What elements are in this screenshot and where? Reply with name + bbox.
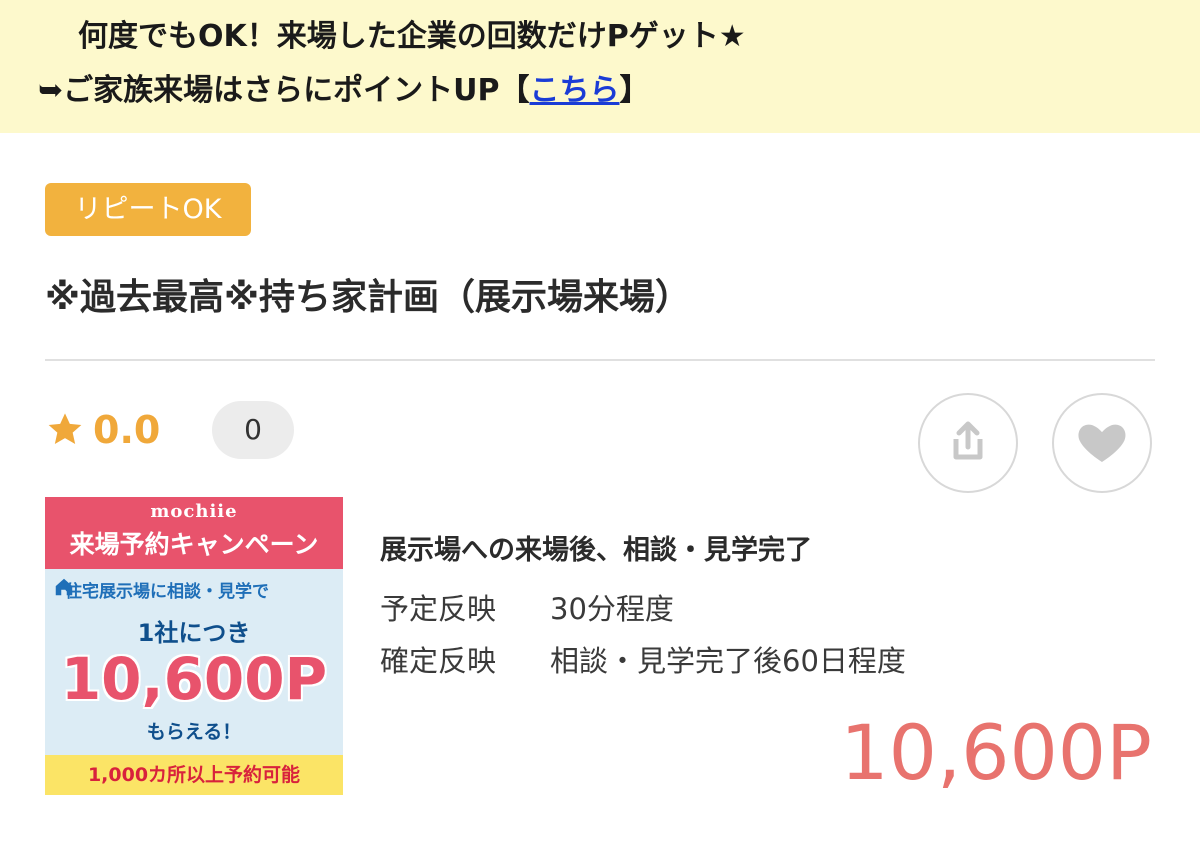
banner-header: mochiie 来場予約キャンペーン bbox=[45, 497, 343, 569]
notice-line-1: 何度でもOK！来場した企業の回数だけPゲット★ bbox=[78, 19, 746, 54]
reward-points: 10,600P bbox=[840, 708, 1152, 797]
confirmed-reflection-label: 確定反映 bbox=[380, 644, 497, 678]
notice-bracket: 】 bbox=[619, 73, 650, 108]
banner-get-text: もらえる！ bbox=[146, 721, 242, 743]
repeat-ok-badge: リピートOK bbox=[45, 183, 251, 236]
scheduled-reflection-row: 予定反映 30分程度 bbox=[380, 586, 674, 628]
offer-title: ※過去最高※持ち家計画（展示場来場） bbox=[45, 277, 691, 318]
star-icon bbox=[45, 410, 85, 450]
offer-card: リピートOK ※過去最高※持ち家計画（展示場来場） 0.0 0 mochiie … bbox=[0, 133, 1200, 866]
banner-points: 10,600P bbox=[60, 645, 328, 713]
family-bonus-link[interactable]: こちら bbox=[529, 73, 619, 108]
scheduled-reflection-label: 予定反映 bbox=[380, 592, 497, 626]
favorite-button[interactable] bbox=[1052, 393, 1152, 493]
share-icon bbox=[940, 413, 996, 473]
heart-icon bbox=[1074, 413, 1130, 473]
divider bbox=[45, 359, 1155, 361]
banner-subtitle: 住宅展示場に相談・見学で bbox=[65, 582, 269, 602]
share-button[interactable] bbox=[918, 393, 1018, 493]
banner-brand-logo: mochiie bbox=[150, 501, 238, 522]
scheduled-reflection-value: 30分程度 bbox=[550, 592, 674, 626]
banner-bottom-strip: 1,000カ所以上予約可能 bbox=[45, 755, 343, 795]
notice-text: ➥ご家族来場はさらにポイントUP【 bbox=[38, 73, 530, 108]
rating-value: 0.0 bbox=[93, 408, 161, 452]
campaign-banner-image[interactable]: mochiie 来場予約キャンペーン 住宅展示場に相談・見学で 1社につき 10… bbox=[45, 497, 343, 795]
confirmed-reflection-value: 相談・見学完了後60日程度 bbox=[550, 644, 906, 678]
review-count[interactable]: 0 bbox=[212, 401, 294, 459]
notice-line-2: ➥ご家族来場はさらにポイントUP【こちら】 bbox=[38, 71, 649, 111]
rating: 0.0 bbox=[45, 405, 160, 455]
banner-per-company: 1社につき bbox=[137, 619, 251, 647]
banner-campaign-title: 来場予約キャンペーン bbox=[69, 530, 319, 559]
confirmed-reflection-row: 確定反映 相談・見学完了後60日程度 bbox=[380, 638, 906, 680]
condition-heading: 展示場への来場後、相談・見学完了 bbox=[380, 535, 812, 566]
notice-banner: 何度でもOK！来場した企業の回数だけPゲット★ ➥ご家族来場はさらにポイントUP… bbox=[0, 0, 1200, 133]
